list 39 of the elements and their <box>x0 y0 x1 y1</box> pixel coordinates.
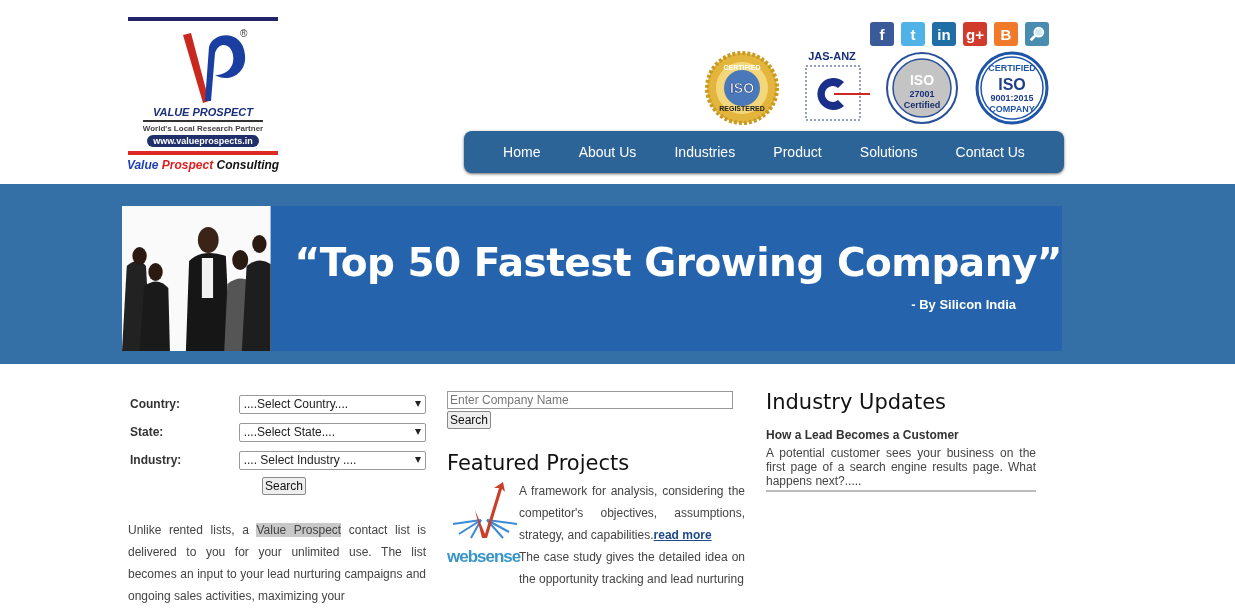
section-heading: Featured Projects <box>447 451 631 475</box>
field-label: State: <box>129 425 165 439</box>
banner-byline: - By Silicon India <box>911 297 1016 312</box>
registered-mark: ® <box>240 28 248 39</box>
dropdown-field[interactable]: ....Select State.... <box>238 422 426 442</box>
social-link-icon[interactable]: f <box>870 22 894 46</box>
search-button[interactable]: Search <box>447 411 492 429</box>
nav-link[interactable]: Home <box>499 138 545 166</box>
caret-icon <box>415 429 421 435</box>
project-description: The case study gives the detailed idea on the opportunity tracking and lead nurturing <box>519 549 745 588</box>
dropdown-field[interactable]: .... Select Industry .... <box>238 450 426 470</box>
nav-link[interactable]: Product <box>769 138 826 166</box>
search-icon[interactable] <box>1025 22 1049 46</box>
nav-link[interactable]: Solutions <box>855 138 922 166</box>
dropdown-field[interactable]: ....Select Country.... <box>238 394 426 414</box>
social-link-icon[interactable]: in <box>932 22 956 46</box>
nav-link[interactable]: Industries <box>670 138 740 166</box>
logo-caption: Value Prospect Consulting <box>126 158 280 172</box>
nav-link[interactable]: Contact Us <box>951 138 1029 166</box>
field-label: Country: <box>129 397 181 411</box>
websense-logo: websense <box>447 546 519 568</box>
search-button[interactable]: Search <box>262 477 307 495</box>
project-description: A framework for analysis, considering the competitor's objectives, assumptions, strategy, and capabilities.read more <box>519 483 745 544</box>
update-title[interactable]: How a Lead Becomes a Customer <box>766 428 1036 442</box>
nav-link[interactable]: About Us <box>574 138 641 166</box>
certification-badge: JAS-ANZ <box>792 48 872 128</box>
update-summary: A potential customer sees your business on the first page of a search engine results page. What happens next?..... <box>766 446 1036 488</box>
social-link-icon[interactable]: g+ <box>963 22 987 46</box>
logo-tagline: World's Local Research Partner <box>142 124 264 133</box>
caret-icon <box>415 457 421 463</box>
field-label: Industry: <box>129 453 183 467</box>
caret-icon <box>415 401 421 407</box>
company-search-field[interactable]: Enter Company Name <box>447 391 733 409</box>
intro-paragraph: Unlike rented lists, a Value Prospect contact list is delivered to you for your unlimited use. The list becomes an input to your lead nurturing campaigns and ongoing sales activities, maximizing your <box>128 522 426 605</box>
logo-brand: VALUE PROSPECT <box>153 106 253 118</box>
read-more-link[interactable]: read more <box>653 528 712 542</box>
logo-url: www.valueprospects.in <box>147 135 259 147</box>
section-heading: Industry Updates <box>766 390 948 414</box>
banner-headline: “Top 50 Fastest Growing Company” <box>294 240 1062 285</box>
